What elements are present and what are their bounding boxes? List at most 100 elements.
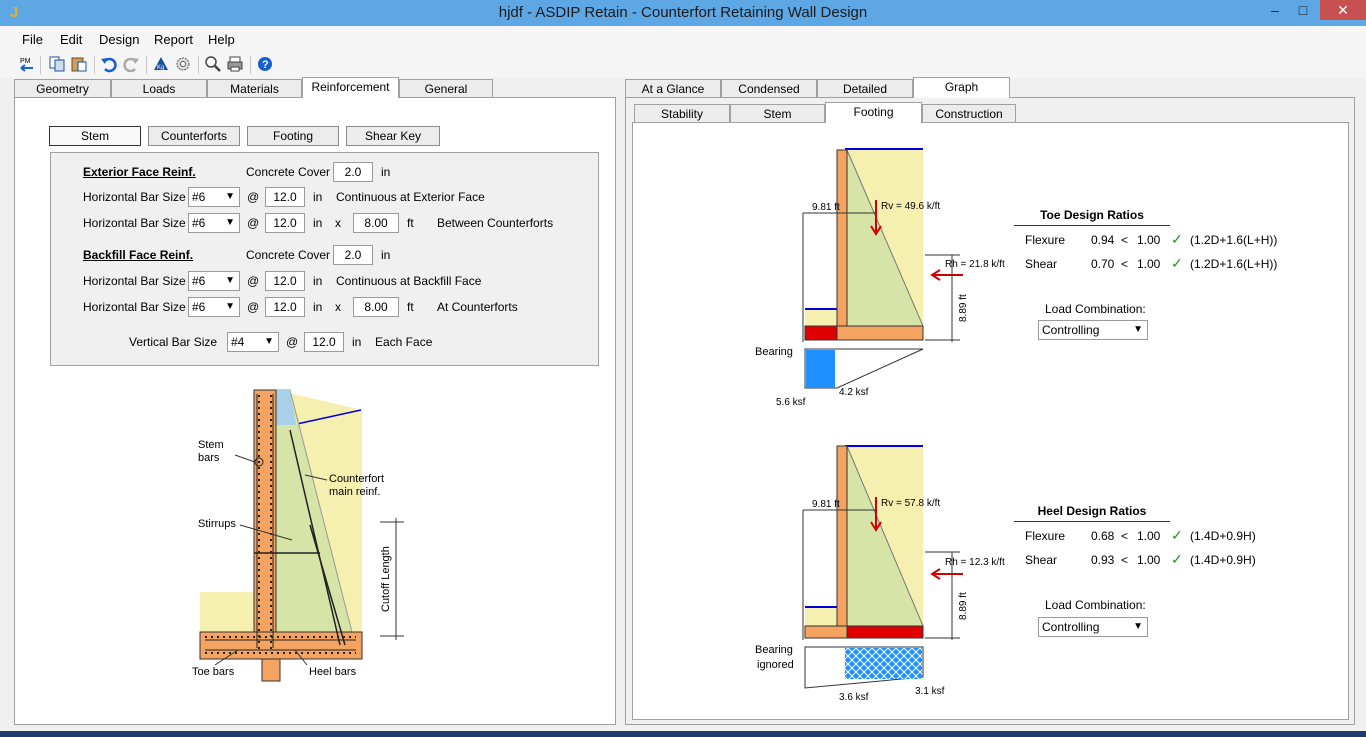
ext-sp1-input[interactable]: 12.0 [265, 187, 305, 207]
tab-stem[interactable]: Stem [730, 104, 825, 122]
rh-label: Rh = 12.3 k/ft [945, 557, 1005, 568]
menu-edit[interactable]: Edit [60, 32, 82, 47]
toe-load-combination-select[interactable]: Controlling ▼ [1038, 320, 1148, 340]
unit-in: in [313, 190, 323, 204]
toolbar-separator [40, 56, 41, 74]
tab-reinforcement[interactable]: Reinforcement [302, 77, 399, 98]
tab-at-a-glance[interactable]: At a Glance [625, 79, 721, 97]
divider [1014, 225, 1170, 226]
x-sign: x [335, 216, 341, 230]
select-value: Controlling [1042, 620, 1100, 634]
svg-text:Kg: Kg [157, 65, 164, 71]
toe-flexure-limit: 1.00 [1137, 233, 1161, 247]
back-len2-input[interactable]: 8.00 [353, 297, 399, 317]
tab-geometry[interactable]: Geometry [14, 79, 111, 97]
toe-load-label: Load Combination: [1045, 302, 1146, 316]
at-sign: @ [247, 216, 260, 230]
heel-load-combination-select[interactable]: Controlling ▼ [1038, 617, 1148, 637]
concrete-cover-label: Concrete Cover [246, 165, 331, 179]
toe-flexure-op: < [1121, 233, 1129, 247]
counterfort-label-1: Counterfort [329, 473, 384, 485]
stem-concrete [836, 149, 848, 327]
svg-text:?: ? [262, 59, 269, 71]
menu-report[interactable]: Report [154, 32, 193, 47]
back-bar2-select[interactable]: #6 ▼ [188, 297, 240, 317]
bearing-pressure-hatch [845, 648, 922, 679]
minimize-icon[interactable]: – [1262, 0, 1288, 20]
heel-flexure-value: 0.68 [1091, 529, 1115, 543]
units-icon[interactable]: Kg [152, 55, 170, 73]
menu-design[interactable]: Design [99, 32, 139, 47]
chevron-down-icon: ▼ [225, 191, 235, 202]
back-cover-input[interactable]: 2.0 [333, 245, 373, 265]
ext-bar1-select[interactable]: #6 ▼ [188, 187, 240, 207]
print-icon[interactable] [226, 55, 244, 73]
ext-desc2: Between Counterforts [437, 216, 554, 230]
select-value: #4 [231, 335, 245, 349]
menu-bar [0, 26, 1366, 52]
chevron-down-icon: ▼ [264, 336, 274, 347]
toe-shear-value: 0.70 [1091, 257, 1115, 271]
rv-label: Rv = 49.6 k/ft [881, 201, 940, 212]
ext-sp2-input[interactable]: 12.0 [265, 213, 305, 233]
ext-bar2-select[interactable]: #6 ▼ [188, 213, 240, 233]
shear-key [261, 658, 281, 682]
back-desc2: At Counterforts [437, 300, 518, 314]
tab-materials[interactable]: Materials [207, 79, 302, 97]
back-bar1-select[interactable]: #6 ▼ [188, 271, 240, 291]
unit-in: in [352, 335, 362, 349]
settings-icon[interactable] [174, 55, 192, 73]
toe-shear-limit: 1.00 [1137, 257, 1161, 271]
heel-shear-limit: 1.00 [1137, 553, 1161, 567]
maximize-icon[interactable]: □ [1290, 0, 1316, 20]
unit-ft: ft [407, 216, 414, 230]
menu-help[interactable]: Help [208, 32, 235, 47]
undo-icon[interactable] [100, 55, 118, 73]
vbar-select[interactable]: #4 ▼ [227, 332, 279, 352]
select-value: #6 [192, 190, 206, 204]
select-value: Controlling [1042, 323, 1100, 337]
ext-len2-input[interactable]: 8.00 [353, 213, 399, 233]
chevron-down-icon: ▼ [225, 301, 235, 312]
toe-shear-name: Shear [1025, 257, 1058, 271]
tab-detailed[interactable]: Detailed [817, 79, 913, 97]
stem-button[interactable]: Stem [49, 126, 141, 146]
redo-icon[interactable] [122, 55, 140, 73]
tab-construction[interactable]: Construction [922, 104, 1016, 122]
heel-footing-diagram: 9.81 ft Rv = 57.8 k/ft Rh = 12.3 k/ft 8.… [755, 445, 1005, 703]
unit-ft: ft [407, 300, 414, 314]
shear-key-button[interactable]: Shear Key [346, 126, 440, 146]
heel-shear-name: Shear [1025, 553, 1058, 567]
menu-file[interactable]: File [22, 32, 43, 47]
toe-shear-op: < [1121, 257, 1129, 271]
at-sign: @ [247, 300, 260, 314]
tab-loads[interactable]: Loads [111, 79, 207, 97]
back-sp2-input[interactable]: 12.0 [265, 297, 305, 317]
ext-desc1: Continuous at Exterior Face [336, 190, 485, 204]
tab-condensed[interactable]: Condensed [721, 79, 817, 97]
ext-cover-input[interactable]: 2.0 [333, 162, 373, 182]
dim-side: 8.89 ft [958, 294, 969, 322]
vbar-sp-input[interactable]: 12.0 [304, 332, 344, 352]
heel-flexure-combo: (1.4D+0.9H) [1190, 529, 1256, 543]
dim-top: 9.81 ft [812, 499, 840, 510]
tab-general[interactable]: General [399, 79, 493, 97]
help-icon[interactable]: ? [256, 55, 274, 73]
pressure-right: 4.2 ksf [839, 387, 869, 398]
copy-icon[interactable] [48, 55, 66, 73]
vbar-desc: Each Face [375, 335, 433, 349]
back-sp1-input[interactable]: 12.0 [265, 271, 305, 291]
zoom-icon[interactable] [204, 55, 222, 73]
pm-icon[interactable]: PM [18, 55, 36, 73]
unit-in: in [381, 248, 391, 262]
tab-graph[interactable]: Graph [913, 77, 1010, 98]
footing-button[interactable]: Footing [247, 126, 339, 146]
at-sign: @ [286, 335, 299, 349]
counterforts-button[interactable]: Counterforts [148, 126, 240, 146]
close-icon[interactable]: ✕ [1320, 0, 1366, 20]
bearing-pressure-fill [806, 350, 835, 388]
toe-flexure-combo: (1.2D+1.6(L+H)) [1190, 233, 1278, 247]
tab-footing[interactable]: Footing [825, 102, 922, 123]
paste-icon[interactable] [70, 55, 88, 73]
tab-stability[interactable]: Stability [634, 104, 730, 122]
